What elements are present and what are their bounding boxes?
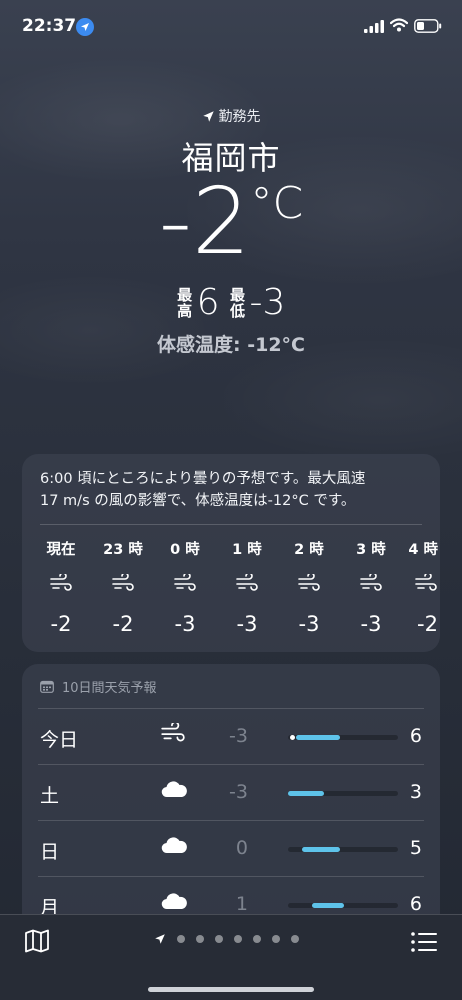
page-dot <box>196 935 204 943</box>
cellular-signal-icon <box>364 20 384 33</box>
location-arrow-icon <box>155 934 165 944</box>
day-row[interactable]: 土 -3 3 <box>38 764 424 820</box>
wind-icon <box>278 566 340 600</box>
wind-icon <box>216 566 278 600</box>
hour-item: 2 時 -3 <box>278 538 340 636</box>
home-indicator <box>148 987 314 992</box>
feels-like: 体感温度: -12°C <box>157 334 305 356</box>
low-label: 最低 <box>229 285 245 320</box>
page-dot <box>215 935 223 943</box>
hour-item: 1 時 -3 <box>216 538 278 636</box>
location-arrow-icon <box>202 110 214 122</box>
ten-day-forecast-card[interactable]: 10日間天気予報 今日 -3 6 土 -3 3 日 0 5 月 1 6 <box>22 664 440 934</box>
wind-icon <box>402 566 438 600</box>
hour-item: 0 時 -3 <box>154 538 216 636</box>
day-high: 6 <box>409 893 422 915</box>
day-low: -3 <box>229 781 248 803</box>
current-temperature: -2°C <box>0 176 462 268</box>
day-high: 3 <box>409 781 422 803</box>
wind-icon <box>154 566 216 600</box>
wind-icon <box>30 566 92 600</box>
status-bar: 22:37 <box>0 0 462 52</box>
day-low: 0 <box>235 837 248 859</box>
page-dot <box>253 935 261 943</box>
hour-item: 3 時 -3 <box>340 538 402 636</box>
day-name: 土 <box>40 785 60 807</box>
high-low: 最高 6 最低 -3 <box>0 282 462 323</box>
low-value: -3 <box>249 282 286 323</box>
page-dot <box>177 935 185 943</box>
daily-title: 10日間天気予報 <box>62 680 157 696</box>
status-time: 22:37 <box>22 16 77 36</box>
map-icon[interactable] <box>24 929 50 953</box>
day-name: 日 <box>40 841 60 863</box>
page-dot <box>272 935 280 943</box>
temp-range-bar <box>288 735 398 740</box>
cloud-icon <box>160 835 188 859</box>
divider <box>40 524 422 525</box>
page-dot <box>234 935 242 943</box>
day-high: 6 <box>409 725 422 747</box>
temp-range-bar <box>288 903 398 908</box>
forecast-summary: 6:00 頃にところにより曇りの予想です。最大風速 17 m/s の風の影響で、… <box>40 471 366 509</box>
cloud-icon <box>160 891 188 915</box>
list-icon[interactable] <box>410 931 438 953</box>
location-label: 勤務先 <box>202 106 261 126</box>
day-high: 5 <box>409 837 422 859</box>
hourly-list[interactable]: 現在 -2 23 時 -2 0 時 -3 1 時 -3 2 時 -3 3 時 -… <box>30 538 440 636</box>
calendar-icon <box>40 680 54 693</box>
location-arrow-icon <box>76 18 94 36</box>
day-name: 今日 <box>40 729 79 751</box>
hour-item: 23 時 -2 <box>92 538 154 636</box>
high-label: 最高 <box>177 285 193 320</box>
wind-icon <box>160 721 186 747</box>
high-temp: 最高 6 <box>177 282 220 323</box>
bottom-toolbar <box>0 914 462 1000</box>
temp-range-bar <box>288 791 398 796</box>
location-label-text: 勤務先 <box>218 109 261 125</box>
cloud-icon <box>160 779 188 803</box>
wind-icon <box>92 566 154 600</box>
daily-header: 10日間天気予報 <box>22 664 440 708</box>
hour-item: 現在 -2 <box>30 538 92 636</box>
day-row[interactable]: 今日 -3 6 <box>38 708 424 764</box>
high-value: 6 <box>196 282 220 323</box>
hourly-forecast-card[interactable]: 6:00 頃にところにより曇りの予想です。最大風速 17 m/s の風の影響で、… <box>22 454 440 652</box>
page-indicator[interactable] <box>154 933 299 945</box>
temperature-value: -2 <box>158 168 251 275</box>
temperature-unit: °C <box>250 178 304 229</box>
page-dot <box>291 935 299 943</box>
day-low: -3 <box>229 725 248 747</box>
day-row[interactable]: 日 0 5 <box>38 820 424 876</box>
low-temp: 最低 -3 <box>229 282 286 323</box>
hour-item: 4 時 -2 <box>402 538 438 636</box>
day-low: 1 <box>235 893 248 915</box>
wind-icon <box>340 566 402 600</box>
temp-range-bar <box>288 847 398 852</box>
battery-low-icon <box>414 19 442 33</box>
wifi-icon <box>390 18 408 32</box>
